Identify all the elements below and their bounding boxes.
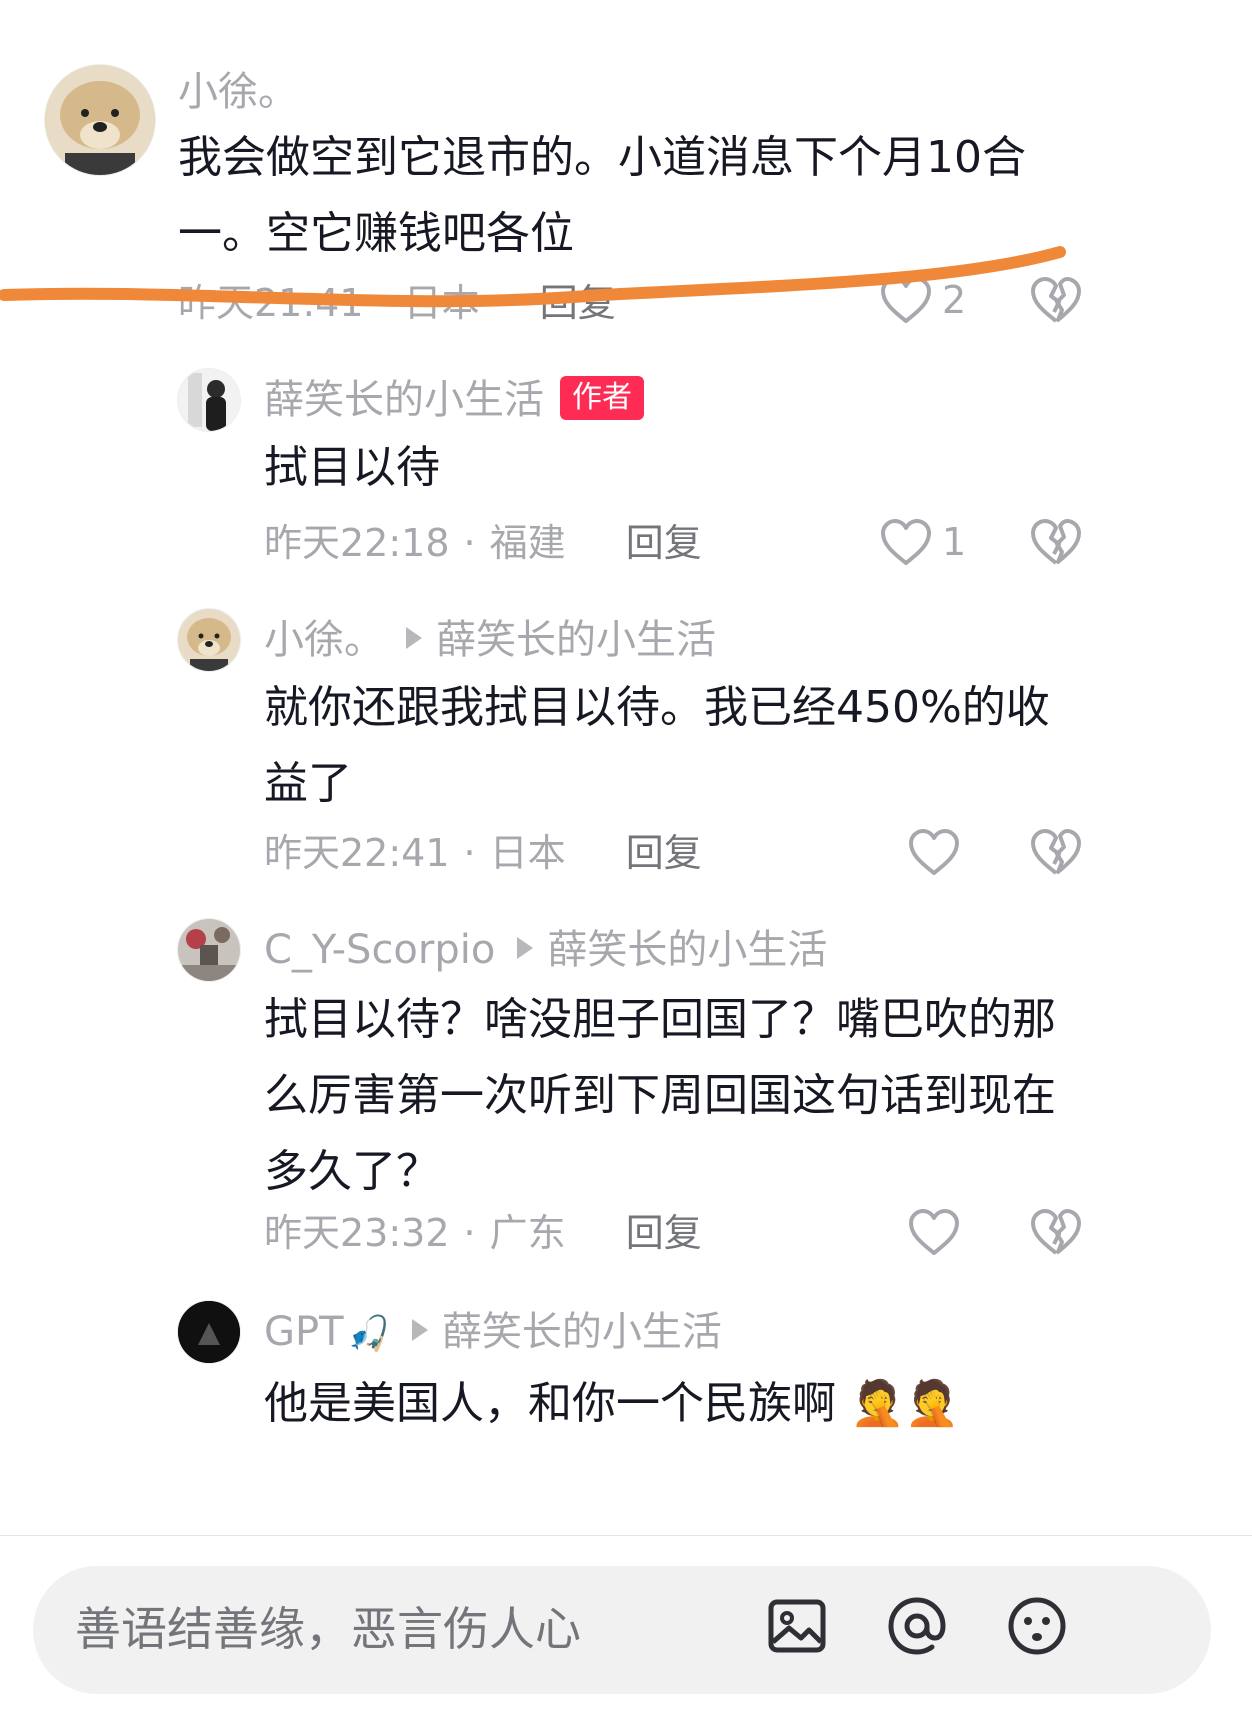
- dislike-button[interactable]: [1030, 1208, 1082, 1256]
- like-count: 1: [942, 520, 967, 564]
- facepalm-emoji-icon: 🤦🤦: [850, 1378, 960, 1429]
- avatar[interactable]: [177, 608, 241, 672]
- broken-heart-icon: [1030, 828, 1082, 876]
- reply-arrow-icon: [406, 627, 422, 649]
- fishing-rod-emoji-icon: 🎣: [347, 1314, 390, 1354]
- comment-time: 昨天22:18: [264, 521, 450, 565]
- dislike-button[interactable]: [1030, 828, 1082, 876]
- avatar[interactable]: [177, 368, 241, 432]
- comment-location: 广东: [489, 1211, 566, 1255]
- avatar[interactable]: [177, 1300, 241, 1364]
- author-badge: 作者: [560, 376, 644, 420]
- like-button[interactable]: [908, 1208, 960, 1256]
- broken-heart-icon: [1030, 518, 1082, 566]
- comment-input[interactable]: 善语结善缘，恶言伤人心: [33, 1566, 1211, 1694]
- comment-author[interactable]: 薛笑长的小生活 作者: [264, 376, 644, 424]
- avatar[interactable]: [177, 918, 241, 982]
- comment-time: 昨天23:32: [264, 1211, 450, 1255]
- comment-author[interactable]: 小徐。: [178, 72, 298, 112]
- comment-meta: 昨天23:32 · 广东 回复: [264, 1211, 702, 1255]
- heart-outline-icon: [908, 828, 960, 876]
- image-icon[interactable]: [765, 1594, 829, 1662]
- reply-to-name: 薛笑长的小生活: [547, 927, 828, 973]
- comment-meta: 昨天22:18 · 福建 回复: [264, 521, 702, 565]
- at-icon[interactable]: [885, 1594, 949, 1662]
- comment-location: 福建: [489, 521, 566, 565]
- heart-outline-icon: [880, 518, 932, 566]
- comment-author[interactable]: GPT 🎣 薛笑长的小生活: [264, 1312, 722, 1352]
- reply-button[interactable]: 回复: [626, 521, 702, 565]
- comment-input-bar: 善语结善缘，恶言伤人心: [0, 1535, 1252, 1724]
- reply-arrow-icon: [517, 937, 534, 959]
- comment-meta: 昨天22:41 · 日本 回复: [264, 831, 702, 875]
- like-button[interactable]: 1: [880, 518, 966, 566]
- comment-text: 就你还跟我拭目以待。我已经450%的收 益了: [264, 682, 1050, 809]
- heart-outline-icon: [908, 1208, 960, 1256]
- comment-text: 拭目以待？啥没胆子回国了？嘴巴吹的那 么厉害第一次听到下周回国这句话到现在 多久…: [264, 994, 1056, 1197]
- broken-heart-icon: [1030, 1208, 1082, 1256]
- reply-to-name: 薛笑长的小生活: [436, 617, 716, 663]
- comment-time: 昨天22:41: [264, 831, 450, 875]
- annotation-stroke: [0, 246, 1066, 308]
- comment-text: 他是美国人，和你一个民族啊 🤦🤦: [264, 1378, 960, 1429]
- comment-author[interactable]: C_Y-Scorpio 薛笑长的小生活: [264, 930, 827, 970]
- reply-button[interactable]: 回复: [626, 831, 702, 875]
- avatar[interactable]: [44, 64, 156, 176]
- comment-author[interactable]: 小徐。 薛笑长的小生活: [264, 620, 716, 660]
- like-button[interactable]: [908, 828, 960, 876]
- comment-text: 拭目以待: [264, 442, 440, 493]
- comment-location: 日本: [489, 831, 566, 875]
- emoji-icon[interactable]: [1005, 1594, 1069, 1662]
- reply-arrow-icon: [411, 1319, 428, 1341]
- reply-to-name: 薛笑长的小生活: [441, 1309, 722, 1355]
- reply-button[interactable]: 回复: [626, 1211, 702, 1255]
- dislike-button[interactable]: [1030, 518, 1082, 566]
- comment-input-placeholder: 善语结善缘，恶言伤人心: [75, 1602, 581, 1656]
